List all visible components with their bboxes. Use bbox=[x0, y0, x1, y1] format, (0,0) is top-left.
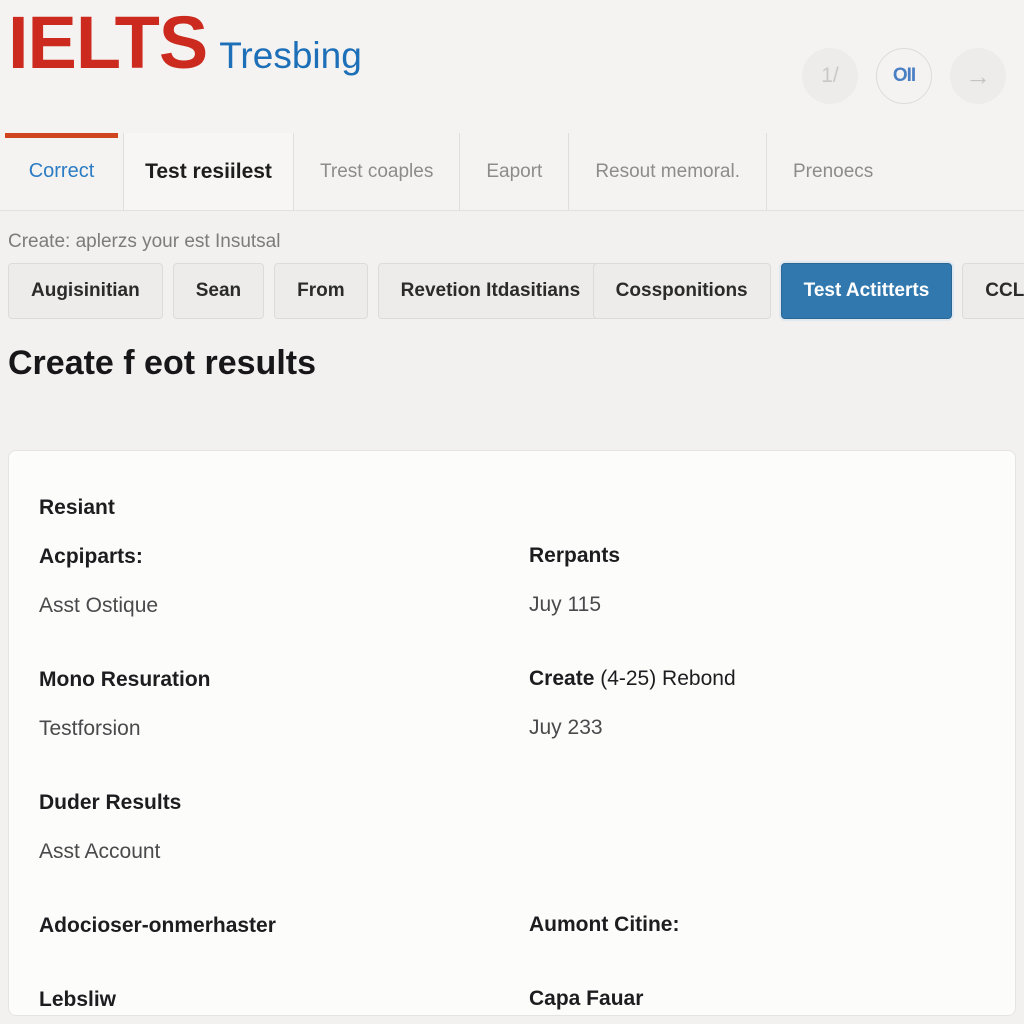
field-rerpants-label: Rerpants bbox=[529, 544, 621, 567]
field-create-rebond-bold: Create bbox=[529, 667, 595, 690]
button-from[interactable]: From bbox=[274, 263, 368, 319]
field-aumont-citine-label: Aumont Citine: bbox=[529, 913, 680, 936]
header-actions: 1/ OII → bbox=[802, 48, 1006, 104]
field-create-rebond-label: Create (4-25) Rebond bbox=[529, 654, 985, 703]
button-cossponitions[interactable]: Cossponitions bbox=[592, 263, 771, 319]
toolbar-right-group: Cossponitions Test Actitterts CCLS bbox=[592, 258, 1024, 324]
tab-eaport[interactable]: Eaport bbox=[460, 133, 570, 210]
tab-test-resiilest[interactable]: Test resiilest bbox=[123, 133, 294, 210]
tab-list: Correct Test resiilest Trest coaples Eap… bbox=[0, 133, 1024, 210]
field-mono-resuration-value: Testforsion bbox=[39, 717, 141, 740]
field-duder-results-value: Asst Account bbox=[39, 840, 161, 863]
tab-trest-coaples[interactable]: Trest coaples bbox=[294, 133, 461, 210]
tab-prenoecs[interactable]: Prenoecs bbox=[767, 133, 899, 210]
field-adocioser-label: Adocioser-onmerhaster bbox=[39, 914, 276, 937]
app-header: IELTS Tresbing 1/ OII → bbox=[0, 0, 1024, 133]
results-card: Resiant Acpiparts: Asst Ostique Mono Res… bbox=[8, 450, 1016, 1016]
tab-resout-memoral[interactable]: Resout memoral. bbox=[569, 133, 767, 210]
field-mono-resuration-label: Mono Resuration bbox=[39, 668, 211, 691]
button-augisinitian[interactable]: Augisinitian bbox=[8, 263, 163, 319]
button-revetion-itdasitians[interactable]: Revetion Itdasitians bbox=[377, 263, 604, 319]
button-ccls[interactable]: CCLS bbox=[962, 263, 1024, 319]
toolbar-left-group: Augisinitian Sean From Revetion Itdasiti… bbox=[8, 263, 604, 319]
results-column-right: Rerpants Juy 115 Create (4-25) Rebond Ju… bbox=[529, 483, 985, 1015]
brand-name-secondary: Tresbing bbox=[219, 35, 362, 76]
results-column-left: Resiant Acpiparts: Asst Ostique Mono Res… bbox=[39, 483, 529, 1015]
field-resiant-label: Resiant bbox=[39, 496, 115, 519]
sort-icon[interactable]: 1/ bbox=[802, 48, 858, 104]
page-title: Create f eot results bbox=[8, 344, 316, 382]
brand-name-primary: IELTS bbox=[8, 1, 208, 84]
button-sean[interactable]: Sean bbox=[172, 263, 265, 319]
tab-correct[interactable]: Correct bbox=[0, 133, 123, 210]
tab-bar: Correct Test resiilest Trest coaples Eap… bbox=[0, 133, 1024, 211]
field-acpiparts-label: Acpiparts: bbox=[39, 545, 143, 568]
button-test-actitterts[interactable]: Test Actitterts bbox=[780, 263, 953, 319]
field-acpiparts-value: Asst Ostique bbox=[39, 594, 159, 617]
toolbar: Augisinitian Sean From Revetion Itdasiti… bbox=[0, 258, 1024, 324]
field-capa-fauar-label: Capa Fauar bbox=[529, 987, 644, 1010]
field-rerpants-value: Juy 115 bbox=[529, 593, 601, 616]
active-tab-accent-bar bbox=[5, 133, 118, 138]
results-grid: Resiant Acpiparts: Asst Ostique Mono Res… bbox=[39, 483, 985, 1015]
arrow-right-icon[interactable]: → bbox=[950, 48, 1006, 104]
field-create-rebond-rest: (4-25) Rebond bbox=[594, 667, 736, 690]
columns-icon[interactable]: OII bbox=[876, 48, 932, 104]
field-create-rebond-value: Juy 233 bbox=[529, 716, 603, 739]
field-lebsliw-label: Lebsliw bbox=[39, 988, 117, 1011]
brand-logo[interactable]: IELTS Tresbing bbox=[8, 6, 362, 80]
page-subtitle: Create: aplerzs your est Insutsal bbox=[8, 231, 281, 252]
field-duder-results-label: Duder Results bbox=[39, 791, 182, 814]
